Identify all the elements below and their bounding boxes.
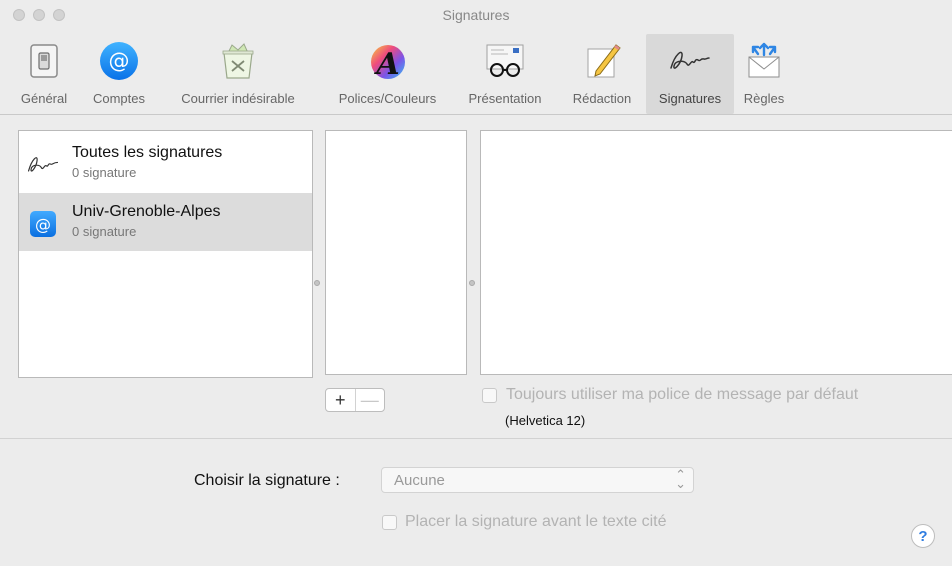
tab-general-label: Général [20,91,68,106]
default-font-note: (Helvetica 12) [505,413,586,428]
tab-junk-mail-label: Courrier indésirable [181,91,295,106]
default-font-checkbox[interactable] [482,388,497,403]
split-view-handle[interactable] [314,280,320,286]
section-divider [0,438,952,439]
junk-trash-icon [215,38,261,84]
tab-accounts-label: Comptes [92,91,146,106]
account-name: Univ-Grenoble-Alpes [72,203,221,220]
tab-rules[interactable]: Règles [734,34,794,114]
tab-general[interactable]: Général [13,34,75,114]
window-title: Signatures [442,7,510,23]
at-sign-icon: @ [26,207,60,241]
add-signature-button[interactable]: + [326,389,355,411]
tab-fonts-colors[interactable]: A Polices/Couleurs [320,34,455,114]
toolbar-divider [0,114,952,115]
tab-rules-label: Règles [743,91,785,106]
signature-editor[interactable] [480,130,952,375]
place-above-checkbox[interactable] [382,515,397,530]
add-remove-control: + — [325,388,385,412]
fonts-colors-icon: A [365,38,411,84]
signature-icon [26,148,60,182]
signatures-list[interactable] [325,130,467,375]
title-bar: Signatures [0,0,952,30]
general-switch-icon [21,38,67,84]
signature-count: 0 signature [72,224,137,239]
tab-composing-label: Rédaction [572,91,632,106]
chevron-updown-icon: ⌃ ⌄ [675,467,686,491]
help-button[interactable]: ? [911,524,935,548]
tab-junk-mail[interactable]: Courrier indésirable [161,34,315,114]
split-view-handle[interactable] [469,280,475,286]
choose-signature-value: Aucune [394,472,445,489]
place-above-label: Placer la signature avant le texte cité [405,513,667,530]
list-item[interactable]: Toutes les signatures 0 signature [19,134,312,192]
remove-signature-button[interactable]: — [354,389,385,411]
preferences-window: Signatures Général @ Comptes Courrier in… [0,0,952,566]
glasses-viewing-icon [482,38,528,84]
preferences-toolbar: Général @ Comptes Courrier indésirable A… [0,34,952,116]
tab-composing[interactable]: Rédaction [562,34,642,114]
tab-signatures[interactable]: Signatures [646,34,734,114]
signature-icon [667,38,713,84]
list-item[interactable]: @ Univ-Grenoble-Alpes 0 signature [19,193,312,251]
default-font-label: Toujours utiliser ma police de message p… [506,386,859,403]
at-sign-icon: @ [96,38,142,84]
tab-fonts-colors-label: Polices/Couleurs [338,91,437,106]
tab-viewing[interactable]: Présentation [455,34,555,114]
tab-viewing-label: Présentation [468,91,542,106]
accounts-list[interactable]: Toutes les signatures 0 signature @ Univ… [18,130,313,378]
account-name: Toutes les signatures [72,144,223,161]
choose-signature-select[interactable]: Aucune ⌃ ⌄ [381,467,694,493]
svg-text:@: @ [35,215,51,234]
rules-envelope-icon [741,38,787,84]
tab-signatures-label: Signatures [658,91,722,106]
pencil-notepad-icon [579,38,625,84]
svg-text:A: A [373,47,399,81]
svg-text:@: @ [109,49,130,73]
tab-accounts[interactable]: @ Comptes [84,34,154,114]
choose-signature-label: Choisir la signature : [194,472,340,489]
signature-count: 0 signature [72,165,137,180]
